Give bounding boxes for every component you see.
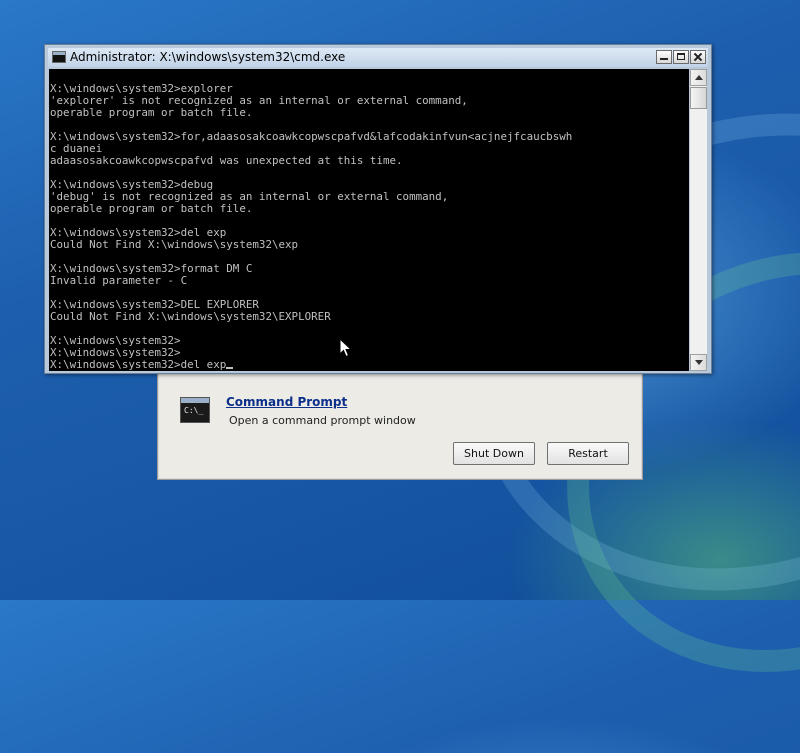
console-line: adaasosakcoawkcopwscpafvd was unexpected… (50, 154, 403, 167)
console-line: Could Not Find X:\windows\system32\EXPLO… (50, 310, 331, 323)
scroll-down-arrow-icon[interactable] (690, 354, 707, 371)
command-prompt-link[interactable]: Command Prompt (226, 395, 347, 409)
console-line: X:\windows\system32>for,adaasosakcoawkco… (50, 130, 573, 143)
window-title: Administrator: X:\windows\system32\cmd.e… (70, 50, 346, 64)
console-line: Could Not Find X:\windows\system32\exp (50, 238, 299, 251)
title-bar[interactable]: Administrator: X:\windows\system32\cmd.e… (48, 48, 708, 67)
scroll-up-arrow-icon[interactable] (690, 69, 707, 86)
recovery-options-dialog: C:\_ Command Prompt Open a command promp… (157, 370, 643, 480)
console-line: Invalid parameter - C (50, 274, 188, 287)
mouse-pointer-icon (339, 338, 353, 358)
cmd-icon[interactable] (52, 51, 66, 63)
command-prompt-description: Open a command prompt window (229, 414, 416, 427)
text-cursor (226, 367, 234, 369)
close-button[interactable] (690, 50, 706, 64)
console-line: X:\windows\system32>del exp (50, 359, 689, 371)
maximize-button[interactable] (673, 50, 689, 64)
restart-button[interactable]: Restart (547, 442, 629, 465)
console-lines: X:\windows\system32>explorer'explorer' i… (49, 69, 689, 371)
vertical-scrollbar[interactable] (690, 69, 707, 371)
command-prompt-icon[interactable]: C:\_ (180, 397, 210, 423)
command-prompt-window[interactable]: Administrator: X:\windows\system32\cmd.e… (44, 44, 712, 374)
console-line: operable program or batch file. (50, 202, 253, 215)
minimize-button[interactable] (656, 50, 672, 64)
console-line: operable program or batch file. (50, 106, 253, 119)
scroll-thumb[interactable] (690, 87, 707, 109)
console-output[interactable]: X:\windows\system32>explorer'explorer' i… (49, 69, 689, 371)
shut-down-button[interactable]: Shut Down (453, 442, 535, 465)
